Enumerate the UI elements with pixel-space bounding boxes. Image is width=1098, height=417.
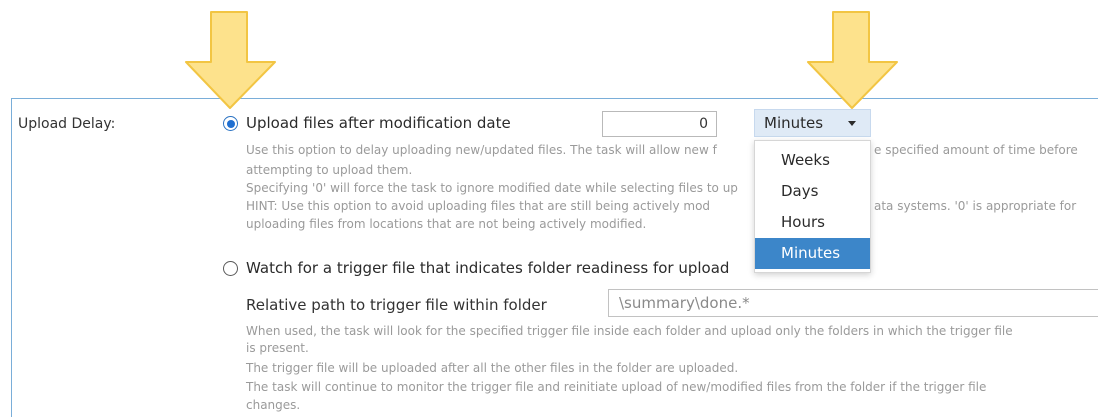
modification-date-option-label[interactable]: Upload files after modification date	[246, 114, 511, 132]
help-line: changes.	[246, 398, 301, 412]
caret-down-icon	[848, 121, 856, 126]
trigger-file-option-label[interactable]: Watch for a trigger file that indicates …	[246, 259, 729, 277]
upload-settings-screen: Upload Delay: Upload files after modific…	[0, 0, 1098, 417]
unit-option-minutes[interactable]: Minutes	[755, 238, 870, 269]
help-line: When used, the task will look for the sp…	[246, 324, 1013, 338]
help-line: is present.	[246, 341, 309, 355]
delay-value-input[interactable]: 0	[602, 111, 717, 137]
help-line: Specifying '0' will force the task to ig…	[246, 181, 738, 195]
help-line: e specified amount of time before	[874, 143, 1078, 157]
annotation-arrow-down-icon	[807, 11, 898, 109]
help-line: HINT: Use this option to avoid uploading…	[246, 199, 711, 213]
upload-delay-label: Upload Delay:	[18, 116, 116, 132]
selected-unit-text: Minutes	[764, 114, 824, 132]
delay-unit-select[interactable]: Minutes	[754, 109, 871, 137]
help-line: Use this option to delay uploading new/u…	[246, 143, 717, 157]
trigger-file-radio[interactable]	[223, 261, 238, 276]
help-line: uploading files from locations that are …	[246, 217, 647, 231]
help-line: ata systems. '0' is appropriate for	[874, 199, 1077, 213]
unit-option-days[interactable]: Days	[755, 176, 870, 207]
unit-option-weeks[interactable]: Weeks	[755, 145, 870, 176]
annotation-arrow-down-icon	[185, 11, 276, 109]
trigger-path-label: Relative path to trigger file within fol…	[246, 296, 547, 314]
help-line: The trigger file will be uploaded after …	[246, 361, 739, 375]
help-line: attempting to upload them.	[246, 163, 413, 177]
help-line: The task will continue to monitor the tr…	[246, 380, 987, 394]
modification-date-radio[interactable]	[223, 116, 238, 131]
unit-dropdown-menu: Weeks Days Hours Minutes	[754, 140, 871, 273]
unit-option-hours[interactable]: Hours	[755, 207, 870, 238]
trigger-path-input[interactable]: \summary\done.*	[608, 289, 1098, 317]
